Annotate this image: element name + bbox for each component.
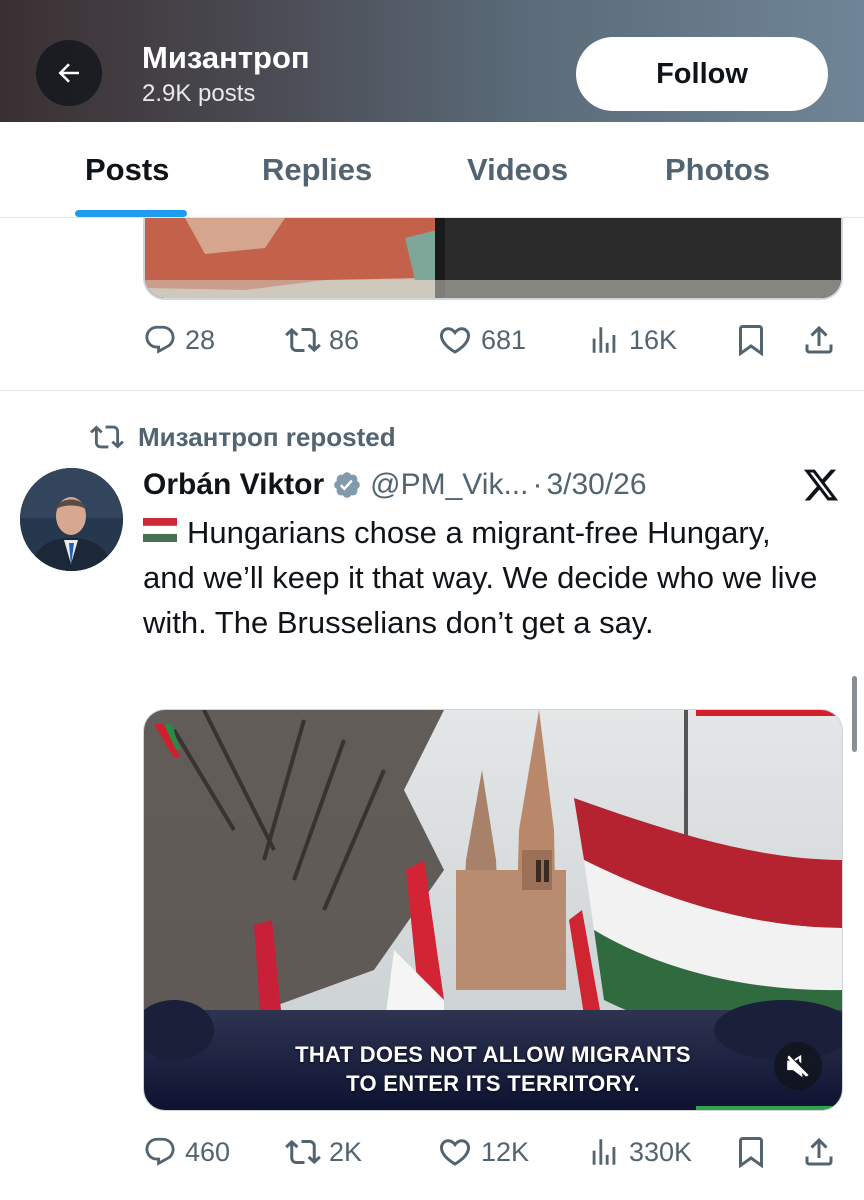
tab-replies[interactable]: Replies [262,152,372,188]
post-text: Hungarians chose a migrant-free Hungary,… [142,509,823,645]
repost-label: Мизантроп reposted [138,421,396,452]
like-count: 681 [481,324,527,355]
mute-button[interactable] [774,1042,822,1090]
video-caption-line1: THAT DOES NOT ALLOW MIGRANTS [295,1042,691,1067]
arrow-left-icon [58,63,79,83]
reply-button[interactable]: 460 [143,1130,230,1174]
profile-header: Мизантроп 2.9K posts Follow [0,0,864,122]
tab-posts[interactable]: Posts [85,152,169,188]
views-button[interactable]: 330K [587,1130,692,1174]
follow-button[interactable]: Follow [576,37,828,111]
video-caption: THAT DOES NOT ALLOW MIGRANTS TO ENTER IT… [144,1040,842,1098]
share-button[interactable] [801,318,837,362]
video-caption-line2: TO ENTER ITS TERRITORY. [346,1071,640,1096]
post-divider [0,390,864,391]
views-chart-icon [592,1139,616,1165]
views-count: 330K [629,1136,693,1167]
heart-icon [439,1139,471,1166]
post-actions: 28 86 681 16K [143,318,843,362]
tab-photos[interactable]: Photos [665,152,770,188]
reply-icon [145,1137,175,1166]
views-count: 16K [629,324,678,355]
bookmark-icon [739,325,763,357]
author-name[interactable]: Orbán Viktor [143,468,324,502]
hungary-flag-icon [142,509,178,554]
share-button[interactable] [801,1130,837,1174]
post-body-text: Hungarians chose a migrant-free Hungary,… [143,515,818,640]
like-button[interactable]: 681 [437,318,526,362]
like-count: 12K [481,1136,530,1167]
x-logo-icon [802,466,840,504]
reply-count: 28 [185,324,216,355]
reply-button[interactable]: 28 [143,318,215,362]
muted-speaker-icon [787,1054,809,1078]
bookmark-button[interactable] [733,1130,769,1174]
separator-dot: · [532,468,543,501]
post-media-image[interactable] [143,218,843,300]
repost-count: 86 [329,324,360,355]
repost-count: 2K [329,1136,363,1167]
author-handle[interactable]: @PM_Vik... [370,468,528,502]
scrollbar[interactable] [852,676,857,752]
back-button[interactable] [36,40,102,106]
profile-name: Мизантроп [142,40,310,75]
repost-indicator[interactable]: Мизантроп reposted [90,420,396,454]
media-image-crop [145,218,841,298]
views-chart-icon [592,327,616,353]
author-avatar[interactable] [20,468,123,571]
bookmark-button[interactable] [733,318,769,362]
like-button[interactable]: 12K [437,1130,529,1174]
bookmark-icon [739,1137,763,1169]
repost-icon [285,1139,321,1165]
repost-button[interactable]: 2K [285,1130,362,1174]
heart-icon [439,327,471,354]
views-button[interactable]: 16K [587,318,677,362]
post-header: Orbán Viktor @PM_Vik... · 3/30/26 [143,466,647,504]
avatar-image [20,468,123,571]
tab-videos[interactable]: Videos [467,152,568,188]
profile-tabs: Posts Replies Videos Photos [0,122,864,218]
repost-icon [285,327,321,353]
reply-count: 460 [185,1136,231,1167]
post-video[interactable]: THAT DOES NOT ALLOW MIGRANTS TO ENTER IT… [143,709,843,1111]
share-icon [805,1137,833,1166]
post-actions: 460 2K 12K 330K [143,1130,843,1174]
repost-icon [90,425,124,449]
verified-badge-icon [332,470,362,500]
post-date[interactable]: 3/30/26 [546,468,646,502]
posts-count: 2.9K posts [142,80,256,107]
reply-icon [145,325,175,354]
repost-button[interactable]: 86 [285,318,359,362]
active-tab-indicator [75,210,187,217]
share-icon [805,325,833,354]
